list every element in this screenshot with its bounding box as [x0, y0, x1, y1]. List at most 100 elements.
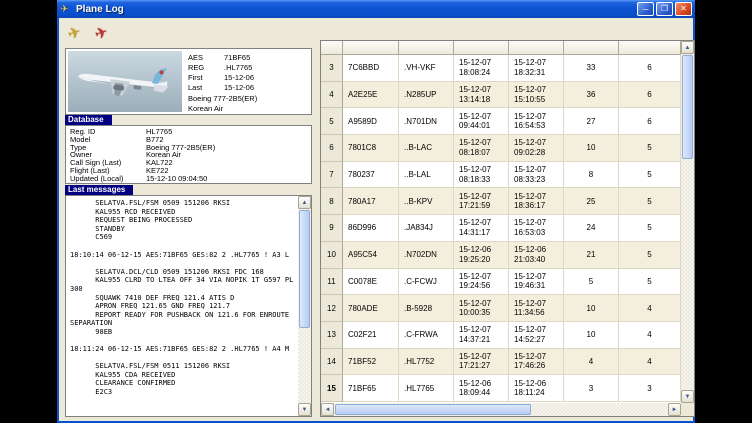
- minimize-button[interactable]: ─: [637, 2, 654, 16]
- table-horizontal-scrollbar[interactable]: ◄ ►: [321, 403, 681, 416]
- scroll-up-button[interactable]: ▲: [298, 196, 311, 209]
- table-vertical-scrollbar[interactable]: ▲ ▼: [681, 41, 694, 403]
- cell-message-count: 5: [619, 162, 681, 189]
- cell-reg: .C-FCWJ: [399, 269, 454, 296]
- table-vertical-scroll-thumb[interactable]: [682, 55, 693, 159]
- table-row[interactable]: 4 A2E25E .N285UP 15-12-07 13:14:18 15-12…: [321, 82, 681, 109]
- messages-panel: SELATVA.FSL/FSM 0509 151206 RKSI KAL955 …: [65, 195, 312, 417]
- row-number-cell[interactable]: 15: [321, 375, 343, 402]
- first-heard-time: 17:21:27: [459, 361, 508, 371]
- row-number-cell[interactable]: 3: [321, 55, 343, 82]
- column-header[interactable]: [509, 41, 564, 55]
- row-number-cell[interactable]: 4: [321, 82, 343, 109]
- field-label: REG: [188, 63, 224, 73]
- row-number-cell[interactable]: 12: [321, 295, 343, 322]
- last-heard-date: 15-12-07: [514, 192, 563, 202]
- table-row[interactable]: 14 71BF52 .HL7752 15-12-07 17:21:27 15-1…: [321, 349, 681, 376]
- message-log-text: SELATVA.FSL/FSM 0509 151206 RKSI KAL955 …: [70, 199, 295, 414]
- cell-count: 8: [564, 162, 619, 189]
- toolbar-button-photo[interactable]: ✈: [63, 21, 86, 44]
- messages-scroll-thumb[interactable]: [299, 210, 310, 328]
- table-row[interactable]: 13 C02F21 .C-FRWA 15-12-07 14:37:21 15-1…: [321, 322, 681, 349]
- table-scroll-right-button[interactable]: ►: [668, 403, 681, 416]
- scroll-down-button[interactable]: ▼: [298, 403, 311, 416]
- field-row: AES71BF65: [188, 53, 254, 63]
- first-heard-time: 08:18:07: [459, 148, 508, 158]
- field-row: Updated (Local)15-12-10 09:04:50: [70, 175, 307, 183]
- field-row: Reg. IDHL7765: [70, 128, 307, 136]
- cell-last-heard: 15-12-06 18:11:24: [509, 375, 564, 402]
- cell-aes: 86D996: [343, 215, 399, 242]
- row-number-cell[interactable]: 14: [321, 349, 343, 376]
- table-scroll-left-button[interactable]: ◄: [321, 403, 334, 416]
- row-number-cell[interactable]: 6: [321, 135, 343, 162]
- first-heard-date: 15-12-07: [459, 192, 508, 202]
- first-heard-time: 10:00:35: [459, 308, 508, 318]
- row-number-cell[interactable]: 13: [321, 322, 343, 349]
- column-header[interactable]: [343, 41, 399, 55]
- table-row[interactable]: 5 A9589D .N701DN 15-12-07 09:44:01 15-12…: [321, 108, 681, 135]
- row-number-cell[interactable]: 11: [321, 269, 343, 296]
- table-row[interactable]: 15 71BF65 .HL7765 15-12-06 18:09:44 15-1…: [321, 375, 681, 402]
- table-row[interactable]: 6 7801C8 ..B-LAC 15-12-07 08:18:07 15-12…: [321, 135, 681, 162]
- messages-vertical-scrollbar[interactable]: ▲ ▼: [298, 196, 311, 416]
- maximize-button[interactable]: ❐: [656, 2, 673, 16]
- corner-header-cell[interactable]: [321, 41, 343, 55]
- cell-message-count: 5: [619, 135, 681, 162]
- last-heard-time: 09:02:28: [514, 148, 563, 158]
- table-row[interactable]: 9 86D996 .JA834J 15-12-07 14:31:17 15-12…: [321, 215, 681, 242]
- cell-aes: C02F21: [343, 322, 399, 349]
- last-heard-time: 18:32:31: [514, 68, 563, 78]
- cell-reg: .HL7752: [399, 349, 454, 376]
- field-label: AES: [188, 53, 224, 63]
- column-header[interactable]: [564, 41, 619, 55]
- table-row[interactable]: 3 7C6BBD .VH-VKF 15-12-07 18:08:24 15-12…: [321, 55, 681, 82]
- cell-first-heard: 15-12-07 14:31:17: [454, 215, 509, 242]
- last-heard-date: 15-12-07: [514, 352, 563, 362]
- cell-aes: A95C54: [343, 242, 399, 269]
- first-heard-date: 15-12-07: [459, 138, 508, 148]
- plane-yellow-icon: ✈: [66, 22, 84, 43]
- last-heard-time: 14:52:27: [514, 335, 563, 345]
- cell-count: 4: [564, 349, 619, 376]
- table-row[interactable]: 7 780237 ..B-LAL 15-12-07 08:18:33 15-12…: [321, 162, 681, 189]
- cell-count: 24: [564, 215, 619, 242]
- row-number-cell[interactable]: 5: [321, 108, 343, 135]
- cell-count: 21: [564, 242, 619, 269]
- field-value: 15-12-10 09:04:50: [146, 174, 207, 183]
- table-row[interactable]: 12 780ADE .B-5928 15-12-07 10:00:35 15-1…: [321, 295, 681, 322]
- row-number-cell[interactable]: 8: [321, 188, 343, 215]
- cell-message-count: 6: [619, 82, 681, 109]
- cell-last-heard: 15-12-07 17:46:26: [509, 349, 564, 376]
- cell-reg: .C-FRWA: [399, 322, 454, 349]
- first-heard-date: 15-12-07: [459, 112, 508, 122]
- cell-first-heard: 15-12-07 14:37:21: [454, 322, 509, 349]
- row-number-cell[interactable]: 7: [321, 162, 343, 189]
- cell-first-heard: 15-12-07 19:24:56: [454, 269, 509, 296]
- column-header[interactable]: [454, 41, 509, 55]
- row-number-cell[interactable]: 9: [321, 215, 343, 242]
- cell-first-heard: 15-12-07 08:18:33: [454, 162, 509, 189]
- cell-first-heard: 15-12-07 08:18:07: [454, 135, 509, 162]
- column-header[interactable]: [619, 41, 681, 55]
- toolbar-button-log[interactable]: ✈: [90, 21, 113, 44]
- cell-first-heard: 15-12-06 19:25:20: [454, 242, 509, 269]
- table-row[interactable]: 8 780A17 ..B-KPV 15-12-07 17:21:59 15-12…: [321, 188, 681, 215]
- table-horizontal-scroll-thumb[interactable]: [335, 404, 531, 415]
- title-bar[interactable]: ✈ Plane Log ─ ❐ ✕: [57, 0, 695, 18]
- table-scroll-down-button[interactable]: ▼: [681, 390, 694, 403]
- cell-reg: .N285UP: [399, 82, 454, 109]
- table-row[interactable]: 11 C0078E .C-FCWJ 15-12-07 19:24:56 15-1…: [321, 269, 681, 296]
- grid-body: 3 7C6BBD .VH-VKF 15-12-07 18:08:24 15-12…: [321, 55, 681, 402]
- cell-last-heard: 15-12-07 19:46:31: [509, 269, 564, 296]
- cell-count: 33: [564, 55, 619, 82]
- table-row[interactable]: 10 A95C54 .N702DN 15-12-06 19:25:20 15-1…: [321, 242, 681, 269]
- table-scroll-up-button[interactable]: ▲: [681, 41, 694, 54]
- toolbar: ✈ ✈: [63, 21, 113, 44]
- aircraft-type: Boeing 777-2B5(ER): [188, 94, 257, 104]
- arrow-down-icon: ▼: [685, 394, 691, 400]
- row-number-cell[interactable]: 10: [321, 242, 343, 269]
- first-heard-time: 18:09:44: [459, 388, 508, 398]
- column-header[interactable]: [399, 41, 454, 55]
- close-button[interactable]: ✕: [675, 2, 692, 16]
